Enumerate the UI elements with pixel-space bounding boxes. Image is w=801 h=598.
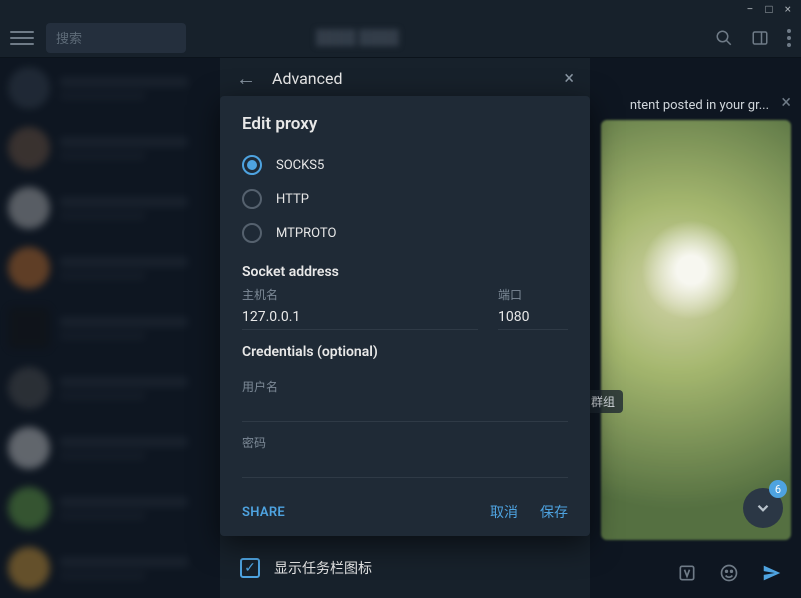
socket-section-title: Socket address [242,264,568,280]
password-label: 密码 [242,434,568,451]
port-input[interactable] [498,305,568,330]
unread-badge: 6 [769,480,787,498]
advanced-close-icon[interactable]: × [564,68,574,89]
toast-text: ntent posted in your gr... [630,98,769,113]
chat-title-obscured: ████ ████ [316,29,399,46]
radio-icon [242,223,262,243]
modal-title: Edit proxy [242,114,568,134]
cancel-button[interactable]: 取消 [490,502,518,522]
chat-list [0,58,210,598]
save-button[interactable]: 保存 [540,502,568,522]
edit-proxy-modal: Edit proxy SOCKS5 HTTP MTPROTO Socket ad… [220,96,590,536]
chat-image-flower [641,220,741,320]
radio-label-socks5: SOCKS5 [276,158,324,173]
more-icon[interactable] [787,29,791,47]
port-label: 端口 [498,286,568,303]
radio-icon [242,189,262,209]
taskbar-checkbox-row[interactable]: ✓ 显示任务栏图标 [240,558,570,578]
advanced-title: Advanced [272,69,343,88]
checkbox-icon: ✓ [240,558,260,578]
close-window-button[interactable]: × [785,2,791,16]
format-icon[interactable] [677,563,697,583]
emoji-icon[interactable] [719,563,739,583]
menu-icon[interactable] [10,26,34,50]
password-input[interactable] [242,453,568,478]
radio-http[interactable]: HTTP [242,182,568,216]
window-titlebar: − □ × [0,0,801,18]
host-input[interactable] [242,305,478,330]
app-topbar: 搜索 ████ ████ [0,18,801,58]
search-icon[interactable] [715,29,733,47]
radio-socks5[interactable]: SOCKS5 [242,148,568,182]
message-input-icons [677,562,783,584]
credentials-section-title: Credentials (optional) [242,344,568,360]
panel-icon[interactable] [751,29,769,47]
share-button[interactable]: SHARE [242,505,285,520]
host-label: 主机名 [242,286,478,303]
search-input[interactable]: 搜索 [46,23,186,53]
toast-close-icon[interactable]: × [781,92,791,113]
send-icon[interactable] [761,562,783,584]
chat-image [601,120,791,540]
taskbar-checkbox-label: 显示任务栏图标 [274,558,372,578]
username-label: 用户名 [242,378,568,395]
minimize-button[interactable]: − [746,2,753,16]
radio-label-mtproto: MTPROTO [276,226,336,241]
username-input[interactable] [242,397,568,422]
search-placeholder: 搜索 [56,28,82,47]
maximize-button[interactable]: □ [765,2,772,16]
radio-label-http: HTTP [276,192,309,207]
radio-mtproto[interactable]: MTPROTO [242,216,568,250]
radio-icon [242,155,262,175]
back-icon[interactable]: ← [236,66,256,91]
